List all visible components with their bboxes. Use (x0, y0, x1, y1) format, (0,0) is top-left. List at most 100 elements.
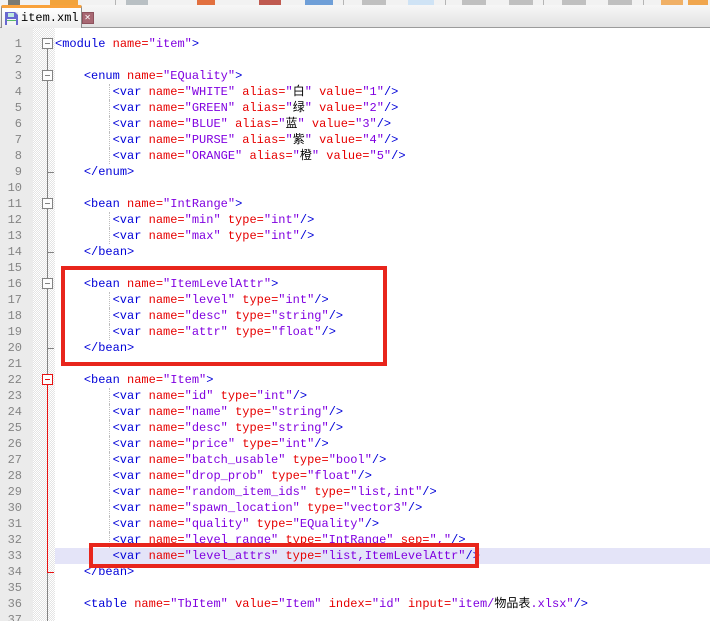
code-line-12[interactable]: 12 <var name="min" type="int"/> (0, 212, 710, 228)
code-text (55, 260, 710, 276)
code-text: <enum name="EQuality"> (55, 68, 710, 84)
code-line-32[interactable]: 32 <var name="level_range" type="IntRang… (0, 532, 710, 548)
save-icon (5, 12, 18, 25)
fold-marker[interactable] (33, 196, 55, 212)
line-number: 12 (0, 212, 22, 228)
line-number: 25 (0, 420, 22, 436)
fold-marker (33, 356, 55, 372)
code-line-23[interactable]: 23 <var name="id" type="int"/> (0, 388, 710, 404)
code-editor[interactable]: 1<module name="item">23 <enum name="EQua… (0, 28, 710, 621)
code-line-14[interactable]: 14 </bean> (0, 244, 710, 260)
code-text (55, 180, 710, 196)
fold-marker[interactable] (33, 68, 55, 84)
code-line-29[interactable]: 29 <var name="random_item_ids" type="lis… (0, 484, 710, 500)
fold-marker (33, 244, 55, 260)
line-number: 32 (0, 532, 22, 548)
code-line-31[interactable]: 31 <var name="quality" type="EQuality"/> (0, 516, 710, 532)
code-line-30[interactable]: 30 <var name="spawn_location" type="vect… (0, 500, 710, 516)
code-text: <table name="TbItem" value="Item" index=… (55, 596, 710, 612)
code-line-8[interactable]: 8 <var name="ORANGE" alias="橙" value="5"… (0, 148, 710, 164)
fold-marker (33, 228, 55, 244)
code-line-34[interactable]: 34 </bean> (0, 564, 710, 580)
line-number: 17 (0, 292, 22, 308)
fold-marker (33, 116, 55, 132)
code-text: <var name="id" type="int"/> (55, 388, 710, 404)
code-line-11[interactable]: 11 <bean name="IntRange"> (0, 196, 710, 212)
editor-lines: 1<module name="item">23 <enum name="EQua… (0, 36, 710, 621)
line-number: 28 (0, 468, 22, 484)
code-text: <var name="spawn_location" type="vector3… (55, 500, 710, 516)
line-number: 9 (0, 164, 22, 180)
code-text: <var name="price" type="int"/> (55, 436, 710, 452)
code-line-3[interactable]: 3 <enum name="EQuality"> (0, 68, 710, 84)
line-number: 19 (0, 324, 22, 340)
code-line-25[interactable]: 25 <var name="desc" type="string"/> (0, 420, 710, 436)
line-number: 11 (0, 196, 22, 212)
fold-marker (33, 580, 55, 596)
line-number: 8 (0, 148, 22, 164)
code-text: </bean> (55, 244, 710, 260)
fold-marker (33, 612, 55, 621)
code-line-4[interactable]: 4 <var name="WHITE" alias="白" value="1"/… (0, 84, 710, 100)
fold-marker[interactable] (33, 36, 55, 52)
code-line-13[interactable]: 13 <var name="max" type="int"/> (0, 228, 710, 244)
code-line-27[interactable]: 27 <var name="batch_usable" type="bool"/… (0, 452, 710, 468)
code-text: <var name="random_item_ids" type="list,i… (55, 484, 710, 500)
line-number: 24 (0, 404, 22, 420)
code-text: <var name="name" type="string"/> (55, 404, 710, 420)
code-line-7[interactable]: 7 <var name="PURSE" alias="紫" value="4"/… (0, 132, 710, 148)
code-line-33[interactable]: 33 <var name="level_attrs" type="list,It… (0, 548, 710, 564)
code-line-19[interactable]: 19 <var name="attr" type="float"/> (0, 324, 710, 340)
code-text: <bean name="ItemLevelAttr"> (55, 276, 710, 292)
line-number: 1 (0, 36, 22, 52)
code-text: <bean name="Item"> (55, 372, 710, 388)
code-line-6[interactable]: 6 <var name="BLUE" alias="蓝" value="3"/> (0, 116, 710, 132)
code-line-24[interactable]: 24 <var name="name" type="string"/> (0, 404, 710, 420)
code-line-26[interactable]: 26 <var name="price" type="int"/> (0, 436, 710, 452)
fold-marker (33, 516, 55, 532)
code-line-2[interactable]: 2 (0, 52, 710, 68)
code-line-37[interactable]: 37 (0, 612, 710, 621)
fold-marker (33, 596, 55, 612)
code-line-22[interactable]: 22 <bean name="Item"> (0, 372, 710, 388)
fold-marker (33, 164, 55, 180)
line-number: 30 (0, 500, 22, 516)
code-line-36[interactable]: 36 <table name="TbItem" value="Item" ind… (0, 596, 710, 612)
code-line-10[interactable]: 10 (0, 180, 710, 196)
fold-marker (33, 340, 55, 356)
tab-title: item.xml (21, 11, 79, 25)
line-number: 13 (0, 228, 22, 244)
close-icon[interactable]: ✕ (82, 12, 94, 24)
code-line-15[interactable]: 15 (0, 260, 710, 276)
code-line-1[interactable]: 1<module name="item"> (0, 36, 710, 52)
code-text: <var name="level_range" type="IntRange" … (55, 532, 710, 548)
code-text: <var name="drop_prob" type="float"/> (55, 468, 710, 484)
code-line-20[interactable]: 20 </bean> (0, 340, 710, 356)
fold-marker (33, 468, 55, 484)
code-text: <var name="BLUE" alias="蓝" value="3"/> (55, 116, 710, 132)
code-line-16[interactable]: 16 <bean name="ItemLevelAttr"> (0, 276, 710, 292)
code-line-21[interactable]: 21 (0, 356, 710, 372)
line-number: 3 (0, 68, 22, 84)
code-line-28[interactable]: 28 <var name="drop_prob" type="float"/> (0, 468, 710, 484)
code-line-17[interactable]: 17 <var name="level" type="int"/> (0, 292, 710, 308)
fold-marker (33, 260, 55, 276)
code-text (55, 52, 710, 68)
code-text: <var name="quality" type="EQuality"/> (55, 516, 710, 532)
tab-bar: item.xml ✕ (0, 5, 710, 28)
code-text (55, 580, 710, 596)
code-line-5[interactable]: 5 <var name="GREEN" alias="绿" value="2"/… (0, 100, 710, 116)
tab-item-xml[interactable]: item.xml ✕ (1, 5, 82, 28)
fold-marker[interactable] (33, 372, 55, 388)
code-line-35[interactable]: 35 (0, 580, 710, 596)
code-text: </bean> (55, 564, 710, 580)
line-number: 21 (0, 356, 22, 372)
code-line-9[interactable]: 9 </enum> (0, 164, 710, 180)
fold-marker[interactable] (33, 276, 55, 292)
line-number: 22 (0, 372, 22, 388)
code-line-18[interactable]: 18 <var name="desc" type="string"/> (0, 308, 710, 324)
code-text (55, 356, 710, 372)
line-number: 34 (0, 564, 22, 580)
fold-marker (33, 404, 55, 420)
line-number: 29 (0, 484, 22, 500)
